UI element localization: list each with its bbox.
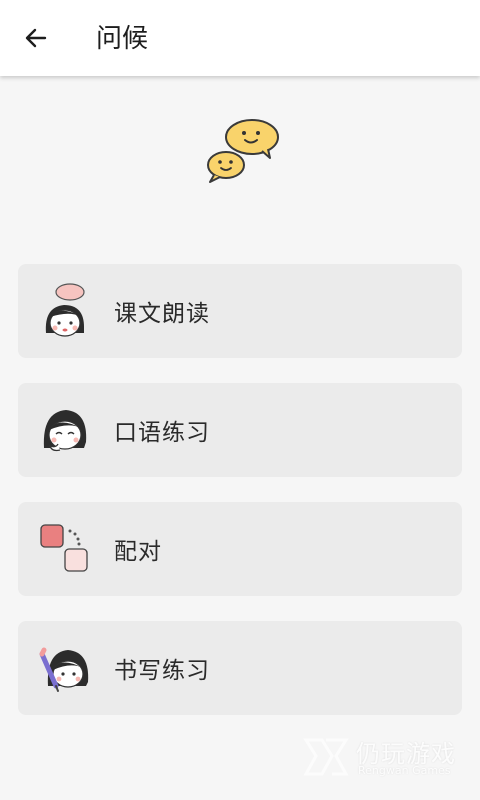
menu-item-label: 书写练习 <box>114 658 210 684</box>
girl-pencil-icon <box>38 640 94 696</box>
watermark-logo: 仍玩游戏 Rengwan Games <box>302 734 472 784</box>
girl-speech-icon <box>38 283 94 339</box>
menu-item-label: 口语练习 <box>114 420 210 446</box>
menu-item-label: 课文朗读 <box>114 301 210 327</box>
menu-item-reading[interactable]: 课文朗读 <box>18 264 462 358</box>
menu-item-writing[interactable]: 书写练习 <box>18 621 462 715</box>
arrow-left-icon <box>25 28 47 48</box>
watermark-subtitle: Rengwan Games <box>358 764 451 777</box>
chat-bubbles-smile-icon <box>200 112 290 192</box>
menu-item-speaking[interactable]: 口语练习 <box>18 383 462 477</box>
app-bar: 问候 <box>0 0 480 76</box>
watermark-mark-icon <box>303 738 349 776</box>
menu-item-matching[interactable]: 配对 <box>18 502 462 596</box>
menu-item-label: 配对 <box>114 539 162 565</box>
page-title: 问候 <box>96 24 149 54</box>
back-button[interactable] <box>14 18 58 58</box>
girl-talking-icon <box>38 402 94 458</box>
matching-squares-icon <box>38 521 94 577</box>
